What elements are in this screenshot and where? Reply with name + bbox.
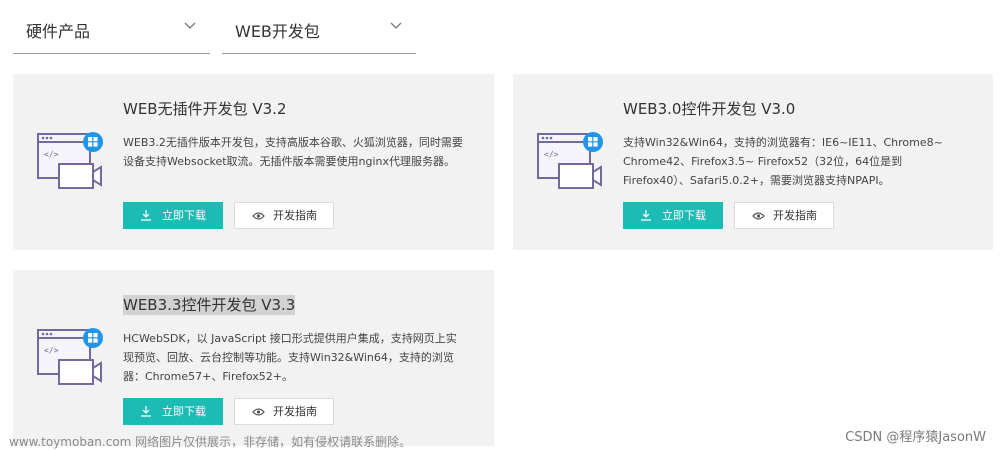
filter-label: WEB开发包	[235, 22, 320, 41]
card-description: 支持Win32&Win64，支持的浏览器有：IE6~IE11、Chrome8~ …	[623, 136, 943, 187]
card-description: HCWebSDK，以 JavaScript 接口形式提供用户集成，支持网页上实现…	[123, 332, 457, 383]
guide-label: 开发指南	[273, 405, 317, 418]
sdk-card-web-plugin-v3-0: </> WEB3.0控件开发包 V3.0 支持Win32&Win64，支持的浏览…	[513, 74, 993, 250]
download-label: 立即下载	[662, 209, 706, 222]
svg-text:</>: </>	[44, 346, 59, 355]
download-label: 立即下载	[162, 209, 206, 222]
download-icon	[141, 210, 151, 221]
watermark-text: www.toymoban.com 网络图片仅供展示，非存储，如有侵权请联系删除。	[9, 435, 412, 449]
download-button[interactable]: 立即下载	[123, 202, 223, 229]
download-icon	[141, 406, 151, 417]
filter-hardware-product[interactable]: 硬件产品	[13, 12, 210, 54]
chevron-down-icon	[184, 22, 196, 29]
svg-text:</>: </>	[544, 150, 559, 159]
dev-guide-button[interactable]: 开发指南	[234, 398, 334, 425]
svg-text:</>: </>	[44, 150, 59, 159]
card-title: WEB3.3控件开发包 V3.3	[123, 295, 296, 315]
filter-label: 硬件产品	[26, 22, 91, 41]
card-title: WEB无插件开发包 V3.2	[123, 100, 287, 118]
browser-video-icon: </>	[37, 132, 103, 189]
eye-icon	[752, 212, 765, 220]
dev-guide-button[interactable]: 开发指南	[234, 202, 334, 229]
eye-icon	[252, 212, 265, 220]
download-icon	[641, 210, 651, 221]
browser-video-icon: </>	[37, 328, 103, 385]
credit-text: CSDN @程序猿JasonW	[845, 430, 986, 445]
browser-video-icon: </>	[537, 132, 603, 189]
sdk-card-web-plugin-v3-3: </> WEB3.3控件开发包 V3.3 HCWebSDK，以 JavaScri…	[13, 270, 494, 446]
chevron-down-icon	[390, 22, 402, 29]
filter-web-sdk[interactable]: WEB开发包	[222, 12, 416, 54]
card-title: WEB3.0控件开发包 V3.0	[623, 100, 796, 118]
guide-label: 开发指南	[273, 209, 317, 222]
download-button[interactable]: 立即下载	[623, 202, 723, 229]
guide-label: 开发指南	[773, 209, 817, 222]
download-label: 立即下载	[162, 405, 206, 418]
card-description: WEB3.2无插件版本开发包，支持高版本谷歌、火狐浏览器，同时需要设备支持Web…	[123, 136, 463, 168]
sdk-card-web-no-plugin-v3-2: </> WEB无插件开发包 V3.2 WEB3.2无插件版本开发包，支持高版本谷…	[13, 74, 494, 250]
eye-icon	[252, 408, 265, 416]
dev-guide-button[interactable]: 开发指南	[734, 202, 834, 229]
download-button[interactable]: 立即下载	[123, 398, 223, 425]
